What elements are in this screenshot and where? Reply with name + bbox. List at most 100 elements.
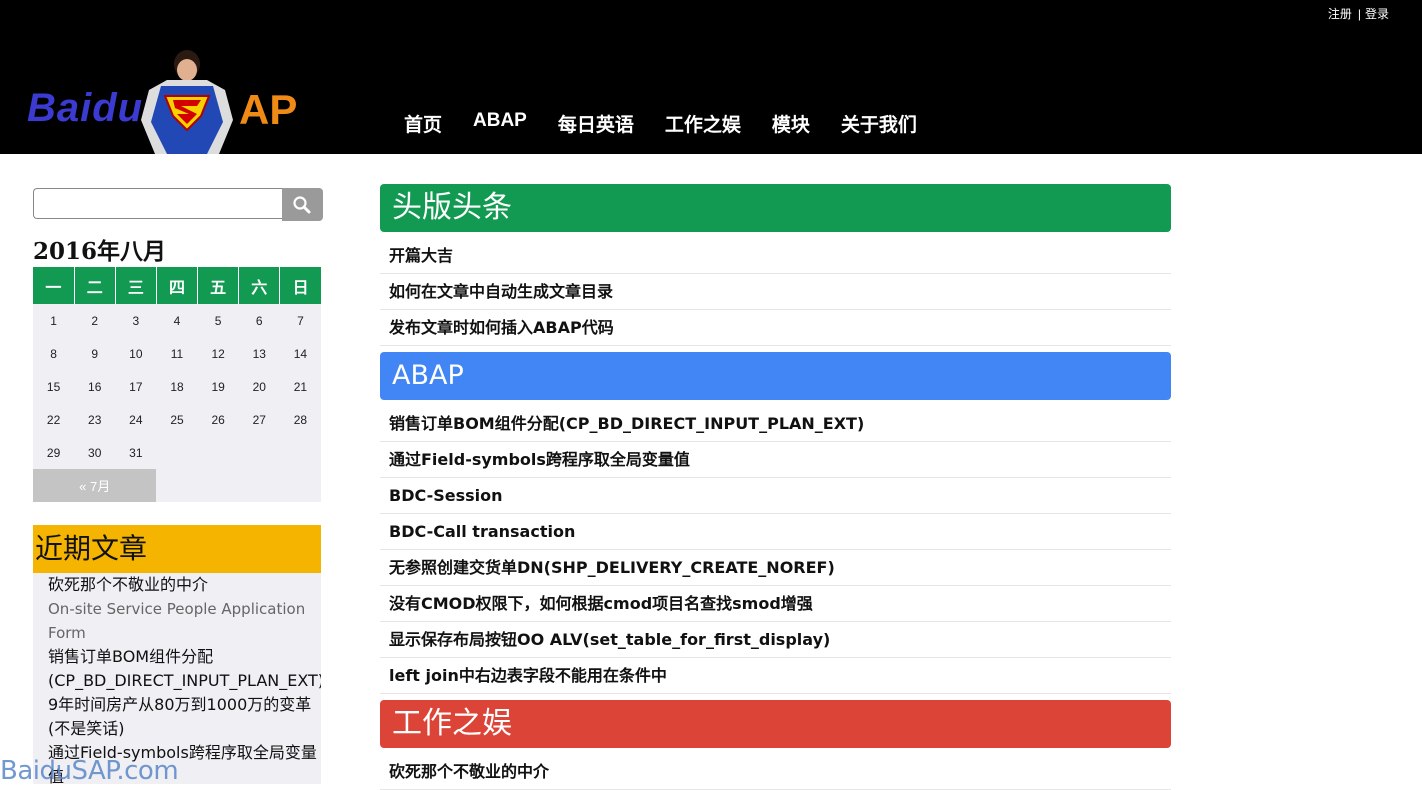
calendar-day: [239, 436, 280, 469]
article-link[interactable]: left join中右边表字段不能用在条件中: [380, 658, 1171, 694]
calendar-day: 8: [50, 346, 57, 361]
article-link[interactable]: 如何在文章中自动生成文章目录: [380, 274, 1171, 310]
article-link[interactable]: 开篇大吉: [380, 238, 1171, 274]
calendar-day: 21: [293, 379, 308, 394]
search-button[interactable]: [282, 188, 323, 221]
article-link[interactable]: BDC-Session: [380, 478, 1171, 514]
login-link[interactable]: 登录: [1365, 7, 1389, 21]
article-link[interactable]: 通过Field-symbols跨程序取全局变量值: [380, 442, 1171, 478]
section-header-abap: ABAP: [380, 352, 1171, 400]
calendar-day: 7: [297, 313, 304, 328]
recent-posts-list: 砍死那个不敬业的中介 On-site Service People Applic…: [33, 573, 321, 784]
calendar-day: 25: [170, 412, 184, 427]
calendar-day: [156, 436, 197, 469]
nav-modules[interactable]: 模块: [772, 110, 810, 137]
calendar-title: 2016年八月: [33, 238, 167, 265]
calendar-table: 一 二 三 四 五 六 日 1 2 3 4 5 6 7 8 9 10 11 12…: [33, 267, 321, 502]
nav-daily-english[interactable]: 每日英语: [558, 110, 634, 137]
site-header: 注册 | 登录 Baidu AP 首页 ABAP 每日英语 工作之娱 模块 关于我们: [0, 0, 1422, 154]
calendar-day: 24: [129, 412, 143, 427]
weekday: 一: [33, 267, 75, 304]
calendar-week: 22 23 24 25 26 27 28: [33, 403, 321, 436]
calendar-day: 16: [88, 379, 102, 394]
calendar-day: 2: [91, 313, 99, 328]
calendar-day: 29: [46, 445, 61, 460]
calendar-nav-row: « 7月: [33, 469, 321, 502]
register-link[interactable]: 注册: [1328, 7, 1352, 21]
calendar-day: 10: [129, 346, 143, 361]
section-title: ABAP: [392, 360, 464, 391]
nav-abap[interactable]: ABAP: [473, 110, 527, 137]
calendar-day: [198, 436, 239, 469]
calendar-day: 14: [293, 346, 308, 361]
calendar-day: 20: [252, 379, 266, 394]
search-input[interactable]: [33, 188, 284, 219]
weekday: 六: [238, 267, 281, 304]
weekday: 五: [197, 267, 240, 304]
calendar-day: 23: [88, 412, 102, 427]
calendar-day: 22: [46, 412, 61, 427]
calendar-week: 8 9 10 11 12 13 14: [33, 337, 321, 370]
recent-post-link[interactable]: 9年时间房产从80万到1000万的变革(不是笑话): [48, 693, 321, 741]
calendar-week: 15 16 17 18 19 20 21: [33, 370, 321, 403]
nav-about-us[interactable]: 关于我们: [841, 110, 917, 137]
logo-text-right: AP: [239, 86, 298, 133]
nav-work-fun[interactable]: 工作之娱: [665, 110, 741, 137]
headlines-list: 开篇大吉 如何在文章中自动生成文章目录 发布文章时如何插入ABAP代码: [380, 238, 1171, 346]
logo-text-left: Baidu: [27, 86, 144, 130]
calendar-day: 1: [50, 313, 57, 328]
calendar-day: 18: [170, 379, 184, 394]
calendar-day: 13: [252, 346, 266, 361]
recent-post-link[interactable]: 砍死那个不敬业的中介: [48, 573, 321, 597]
calendar-day: 5: [214, 313, 222, 328]
article-link[interactable]: 发布文章时如何插入ABAP代码: [380, 310, 1171, 346]
separator: |: [1357, 7, 1361, 21]
calendar: 一 二 三 四 五 六 日 1 2 3 4 5 6 7 8 9 10 11 12…: [33, 267, 321, 502]
article-link[interactable]: 无参照创建交货单DN(SHP_DELIVERY_CREATE_NOREF): [380, 550, 1171, 586]
calendar-day: 17: [129, 379, 143, 394]
section-title: 头版头条: [392, 190, 512, 225]
calendar-day: 27: [252, 412, 266, 427]
calendar-prev-month-link[interactable]: « 7月: [33, 469, 157, 502]
section-title: 工作之娱: [392, 706, 512, 741]
weekday: 四: [156, 267, 199, 304]
top-links: 注册 | 登录: [1328, 5, 1389, 22]
calendar-week: 29 30 31: [33, 436, 321, 469]
article-link[interactable]: 销售订单BOM组件分配(CP_BD_DIRECT_INPUT_PLAN_EXT): [380, 406, 1171, 442]
recent-posts-title: 近期文章: [33, 525, 321, 573]
weekday: 二: [74, 267, 116, 304]
calendar-day: 28: [293, 412, 308, 427]
calendar-day: 11: [170, 346, 184, 361]
site-watermark: BaiduSAP.com: [0, 756, 179, 786]
calendar-day: 26: [211, 412, 225, 427]
work-fun-list: 砍死那个不敬业的中介: [380, 754, 1171, 790]
calendar-weekdays: 一 二 三 四 五 六 日: [33, 267, 321, 304]
article-link[interactable]: 砍死那个不敬业的中介: [380, 754, 1171, 790]
calendar-day: 9: [91, 346, 99, 361]
calendar-day: 4: [173, 313, 181, 328]
weekday: 三: [115, 267, 157, 304]
abap-list: 销售订单BOM组件分配(CP_BD_DIRECT_INPUT_PLAN_EXT)…: [380, 406, 1171, 694]
main-nav: 首页 ABAP 每日英语 工作之娱 模块 关于我们: [404, 110, 948, 137]
search-icon: [293, 196, 311, 214]
recent-post-link[interactable]: 销售订单BOM组件分配(CP_BD_DIRECT_INPUT_PLAN_EXT): [48, 645, 321, 693]
calendar-day: 3: [132, 313, 140, 328]
calendar-nav-empty: [156, 469, 321, 502]
superman-icon: [141, 50, 233, 154]
nav-home[interactable]: 首页: [404, 110, 442, 137]
calendar-day: 31: [129, 445, 143, 460]
article-link[interactable]: 没有CMOD权限下，如何根据cmod项目名查找smod增强: [380, 586, 1171, 622]
calendar-day: [280, 436, 321, 469]
calendar-day: 15: [46, 379, 61, 394]
calendar-day: 6: [255, 313, 263, 328]
recent-post-link[interactable]: On-site Service People Application Form: [48, 597, 321, 645]
calendar-day: 30: [88, 445, 102, 460]
section-header-headlines: 头版头条: [380, 184, 1171, 232]
article-link[interactable]: 显示保存布局按钮OO ALV(set_table_for_first_displ…: [380, 622, 1171, 658]
site-logo[interactable]: Baidu AP: [27, 50, 337, 154]
article-link[interactable]: BDC-Call transaction: [380, 514, 1171, 550]
weekday: 日: [279, 267, 321, 304]
calendar-week: 1 2 3 4 5 6 7: [33, 304, 321, 337]
calendar-day: 19: [211, 379, 225, 394]
search-form: [33, 188, 323, 221]
